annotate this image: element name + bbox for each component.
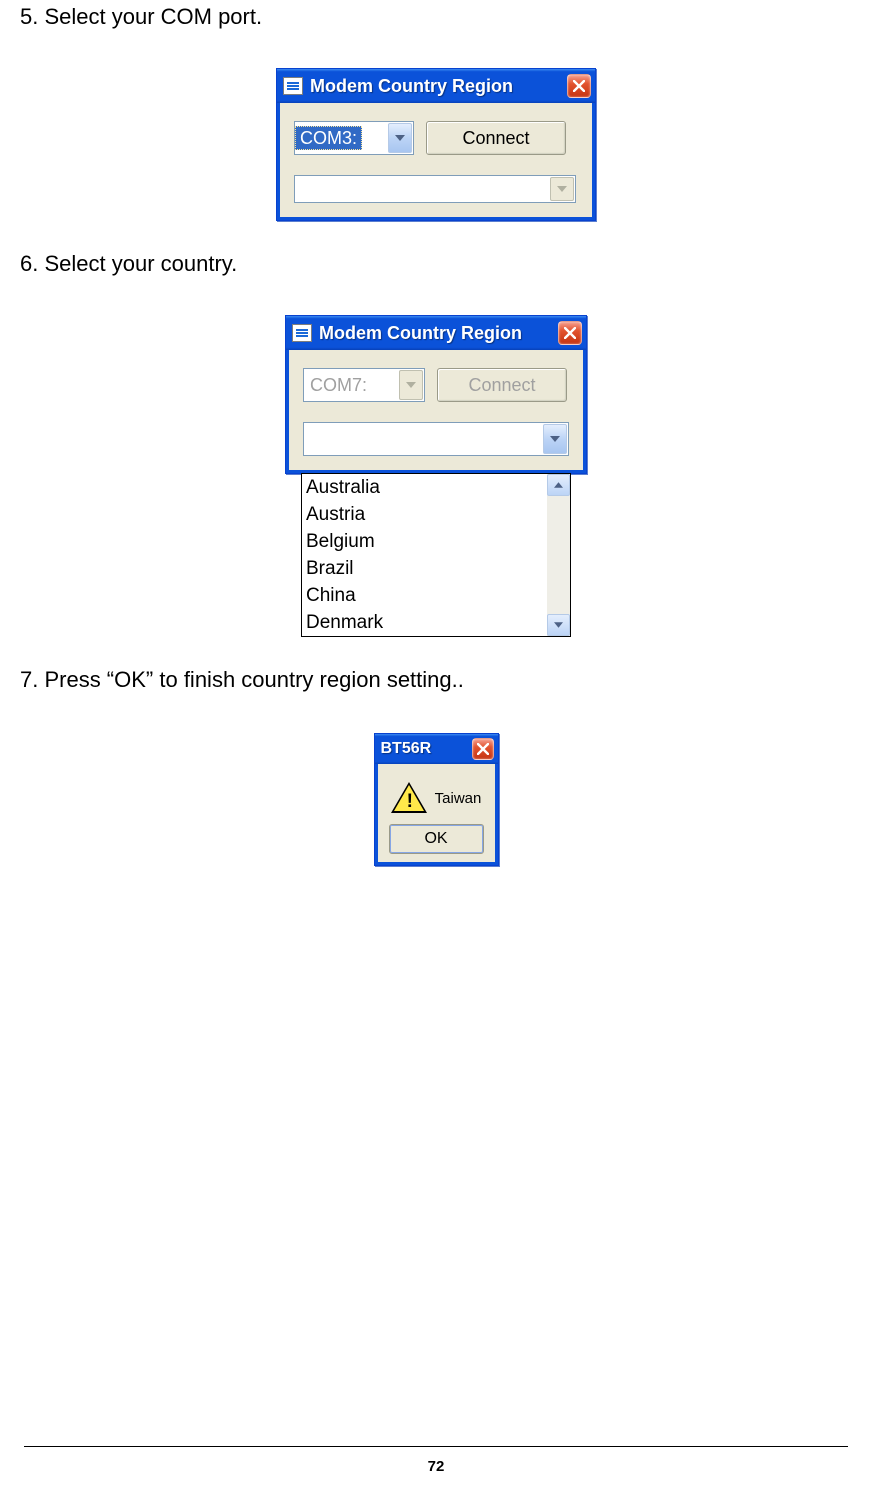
dropdown-scrollbar[interactable] (547, 474, 570, 636)
app-icon (283, 77, 303, 95)
country-dropdown-button[interactable] (550, 177, 574, 201)
ok-label: OK (424, 830, 447, 848)
com-port-value: COM3: (295, 126, 362, 150)
close-button[interactable] (567, 74, 591, 98)
dialog2-title: Modem Country Region (319, 323, 558, 344)
chevron-down-icon (557, 186, 567, 192)
ok-button[interactable]: OK (389, 824, 484, 854)
com-port-value: COM7: (304, 375, 367, 396)
country-select[interactable] (294, 175, 576, 203)
scroll-track[interactable] (547, 496, 570, 614)
chevron-up-icon (554, 482, 563, 488)
list-item[interactable]: Austria (306, 501, 547, 528)
dialog-bt56r: BT56R ! Taiwan OK (374, 733, 499, 866)
step-6-text: 6. Select your country. (20, 251, 852, 277)
list-item[interactable]: China (306, 582, 547, 609)
com-port-dropdown-button (399, 370, 423, 400)
step-7-text: 7. Press “OK” to finish country region s… (20, 667, 852, 693)
dialog-modem-region-2: Modem Country Region COM7: (285, 315, 587, 474)
chevron-down-icon (406, 382, 416, 388)
com-port-dropdown-button[interactable] (388, 123, 412, 153)
step-5-text: 5. Select your COM port. (20, 4, 852, 30)
scroll-up-button[interactable] (547, 474, 570, 496)
chevron-down-icon (395, 135, 405, 141)
connect-button-disabled: Connect (437, 368, 567, 402)
warning-icon: ! (391, 782, 427, 814)
close-button[interactable] (558, 321, 582, 345)
close-icon (564, 327, 576, 339)
com-port-select-disabled: COM7: (303, 368, 425, 402)
dialog3-title: BT56R (381, 740, 472, 758)
close-icon (573, 80, 585, 92)
page-number: 72 (0, 1458, 872, 1475)
country-dropdown-list[interactable]: Australia Austria Belgium Brazil China D… (301, 473, 571, 637)
dialog-modem-region-1: Modem Country Region COM3: Connect (276, 68, 596, 221)
connect-label: Connect (462, 128, 529, 149)
connect-label: Connect (468, 375, 535, 396)
scroll-down-button[interactable] (547, 614, 570, 636)
list-item[interactable]: Belgium (306, 528, 547, 555)
dialog1-titlebar[interactable]: Modem Country Region (277, 69, 595, 103)
list-item[interactable]: Australia (306, 474, 547, 501)
country-dropdown-button[interactable] (543, 424, 567, 454)
dialog3-titlebar[interactable]: BT56R (375, 734, 498, 764)
list-item[interactable]: Brazil (306, 555, 547, 582)
alert-message: Taiwan (435, 790, 482, 807)
country-select-open[interactable] (303, 422, 569, 456)
list-item[interactable]: Denmark (306, 609, 547, 636)
connect-button[interactable]: Connect (426, 121, 566, 155)
footer-rule (24, 1446, 848, 1447)
chevron-down-icon (554, 622, 563, 628)
com-port-select[interactable]: COM3: (294, 121, 414, 155)
dialog1-title: Modem Country Region (310, 76, 567, 97)
dialog2-titlebar[interactable]: Modem Country Region (286, 316, 586, 350)
chevron-down-icon (550, 436, 560, 442)
close-icon (477, 743, 489, 755)
close-button[interactable] (472, 738, 494, 760)
app-icon (292, 324, 312, 342)
